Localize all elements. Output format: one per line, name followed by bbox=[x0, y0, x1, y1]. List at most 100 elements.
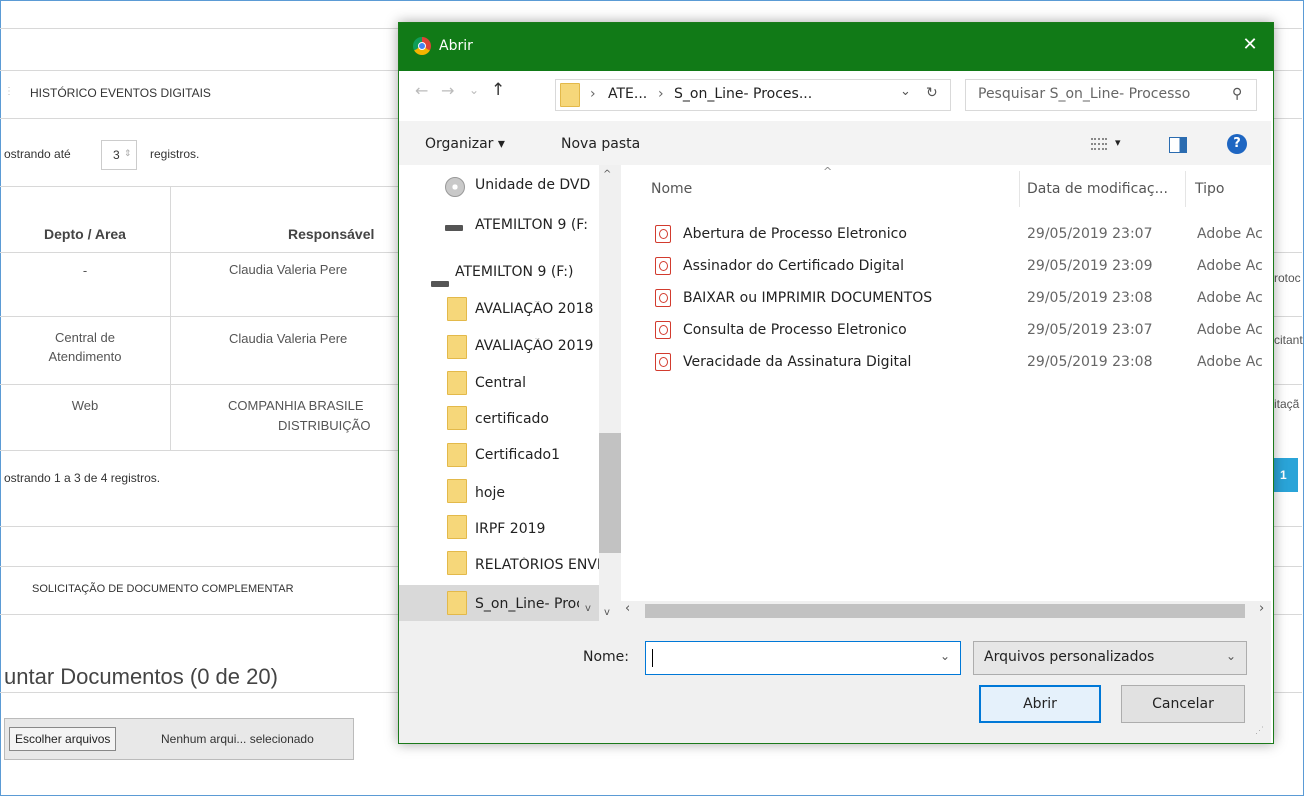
breadcrumb-item-ate[interactable]: ATE... bbox=[608, 86, 647, 102]
column-header-data[interactable]: Data de modificaç... bbox=[1027, 181, 1168, 197]
new-folder-button[interactable]: Nova pasta bbox=[561, 136, 640, 152]
cell-right-fragment-1: rotoc bbox=[1274, 271, 1301, 285]
file-name[interactable]: Abertura de Processo Eletronico bbox=[683, 226, 907, 242]
dialog-toolbar bbox=[399, 121, 1271, 165]
pdf-file-icon bbox=[655, 321, 671, 339]
cell-responsavel-3-line1: COMPANHIA BRASILE bbox=[228, 398, 364, 413]
pdf-file-icon bbox=[655, 353, 671, 371]
filename-input[interactable]: ⌄ bbox=[645, 641, 961, 675]
pdf-file-icon bbox=[655, 225, 671, 243]
nav-item-certificado1[interactable]: Certificado1 bbox=[475, 447, 599, 463]
nav-item-drive-f[interactable]: ATEMILTON 9 (F: bbox=[475, 217, 599, 233]
folder-icon bbox=[447, 371, 467, 395]
divider bbox=[1272, 252, 1302, 253]
cell-depto-2-line1: Central de bbox=[55, 330, 115, 345]
file-input[interactable]: Escolher arquivos Nenhum arqui... seleci… bbox=[4, 718, 354, 760]
scroll-down-icon[interactable]: v bbox=[604, 607, 610, 618]
recent-dropdown-icon[interactable]: ⌄ bbox=[469, 83, 479, 97]
refresh-icon[interactable]: ↻ bbox=[926, 85, 938, 101]
nav-item-relatorios[interactable]: RELATÓRIOS ENVI bbox=[475, 557, 599, 573]
cell-responsavel-2: Claudia Valeria Pere bbox=[229, 331, 348, 346]
nav-scrollbar[interactable]: ^ v bbox=[599, 165, 621, 621]
nav-item-hoje[interactable]: hoje bbox=[475, 485, 599, 501]
address-bar[interactable]: › ATE... › S_on_Line- Proces... ⌄ ↻ bbox=[555, 79, 951, 111]
file-name[interactable]: Assinador do Certificado Digital bbox=[683, 258, 904, 274]
file-name[interactable]: Veracidade da Assinatura Digital bbox=[683, 354, 911, 370]
column-header-tipo[interactable]: Tipo bbox=[1195, 181, 1224, 197]
scroll-up-icon[interactable]: ^ bbox=[603, 169, 611, 180]
organize-menu[interactable]: Organizar ▾ bbox=[425, 136, 505, 152]
text-cursor bbox=[652, 649, 653, 667]
pdf-file-icon bbox=[655, 257, 671, 275]
nav-item-irpf-2019[interactable]: IRPF 2019 bbox=[475, 521, 599, 537]
pagination-current-page[interactable]: 1 bbox=[1272, 458, 1298, 492]
breadcrumb-item-current[interactable]: S_on_Line- Proces... bbox=[674, 86, 812, 102]
forward-arrow-icon[interactable]: → bbox=[441, 81, 454, 100]
page-size-select[interactable]: 3 ⇕ bbox=[101, 140, 137, 170]
table-bottom-border bbox=[0, 450, 400, 451]
chrome-icon bbox=[413, 37, 431, 55]
scroll-left-icon[interactable]: ‹ bbox=[625, 601, 630, 616]
nav-item-dvd[interactable]: Unidade de DVD bbox=[475, 177, 599, 193]
filename-dropdown-icon[interactable]: ⌄ bbox=[940, 649, 950, 663]
nav-item-drive-f-expanded[interactable]: ATEMILTON 9 (F:) bbox=[455, 264, 599, 280]
file-type: Adobe Ac bbox=[1197, 258, 1263, 274]
cancel-button[interactable]: Cancelar bbox=[1121, 685, 1245, 723]
up-arrow-icon[interactable]: ↑ bbox=[491, 80, 505, 100]
nav-item-avaliacao-2019[interactable]: AVALIAÇÃO 2019 bbox=[475, 338, 599, 354]
no-file-selected-text: Nenhum arqui... selecionado bbox=[161, 732, 314, 746]
attach-documents-title: untar Documentos (0 de 20) bbox=[4, 664, 278, 689]
table-col-divider bbox=[170, 186, 171, 450]
dialog-footer bbox=[399, 621, 1271, 743]
nav-item-certificado[interactable]: certificado bbox=[475, 411, 599, 427]
scroll-right-icon[interactable]: › bbox=[1259, 601, 1264, 616]
file-name[interactable]: BAIXAR ou IMPRIMIR DOCUMENTOS bbox=[683, 290, 932, 306]
search-icon[interactable]: ⚲ bbox=[1232, 86, 1242, 102]
folder-icon bbox=[447, 443, 467, 467]
choose-files-button[interactable]: Escolher arquivos bbox=[9, 727, 117, 751]
file-name[interactable]: Consulta de Processo Eletronico bbox=[683, 322, 907, 338]
horizontal-scrollbar-thumb[interactable] bbox=[645, 604, 1245, 618]
bullet-dot: ⋮ bbox=[4, 86, 14, 97]
folder-icon bbox=[447, 591, 467, 615]
folder-icon bbox=[447, 335, 467, 359]
view-options-icon[interactable] bbox=[1091, 137, 1107, 151]
cell-depto-3: Web bbox=[71, 398, 99, 413]
search-input[interactable]: Pesquisar S_on_Line- Processo ⚲ bbox=[965, 79, 1257, 111]
address-dropdown-icon[interactable]: ⌄ bbox=[900, 84, 911, 99]
cell-responsavel-1: Claudia Valeria Pere bbox=[229, 262, 348, 277]
file-date: 29/05/2019 23:07 bbox=[1027, 322, 1153, 338]
chevron-down-icon[interactable]: v bbox=[585, 603, 591, 614]
folder-icon bbox=[447, 479, 467, 503]
column-divider bbox=[1019, 171, 1020, 207]
open-button[interactable]: Abrir bbox=[979, 685, 1101, 723]
view-dropdown-icon[interactable]: ▾ bbox=[1115, 136, 1121, 149]
nav-scrollbar-thumb[interactable] bbox=[599, 433, 621, 553]
nav-item-avaliacao-2018[interactable]: AVALIAÇÃO 2018 bbox=[475, 301, 599, 317]
file-type-dropdown-icon[interactable]: ⌄ bbox=[1226, 649, 1236, 663]
nav-item-central[interactable]: Central bbox=[475, 375, 599, 391]
dialog-titlebar: Abrir ✕ bbox=[399, 23, 1273, 71]
preview-pane-icon[interactable] bbox=[1169, 137, 1187, 153]
file-date: 29/05/2019 23:08 bbox=[1027, 354, 1153, 370]
back-arrow-icon[interactable]: ← bbox=[415, 81, 428, 100]
horizontal-scrollbar[interactable]: ‹ › bbox=[621, 601, 1271, 621]
nav-item-s-on-line[interactable]: S_on_Line- Proce bbox=[475, 596, 579, 612]
col-header-depto: Depto / Area bbox=[44, 226, 126, 242]
file-type: Adobe Ac bbox=[1197, 354, 1263, 370]
help-icon[interactable]: ? bbox=[1227, 134, 1247, 154]
page-size-value: 3 bbox=[113, 148, 120, 162]
sort-indicator-icon: ^ bbox=[823, 165, 833, 178]
close-icon[interactable]: ✕ bbox=[1235, 34, 1265, 60]
pdf-file-icon bbox=[655, 289, 671, 307]
dialog-title: Abrir bbox=[439, 38, 473, 54]
drive-icon bbox=[431, 281, 449, 287]
resize-grip-icon[interactable]: ⋰ bbox=[1255, 725, 1264, 736]
file-type-select[interactable]: Arquivos personalizados ⌄ bbox=[973, 641, 1247, 675]
table-row-border bbox=[0, 252, 400, 253]
column-header-nome[interactable]: Nome bbox=[651, 181, 692, 197]
filename-label: Nome: bbox=[583, 649, 630, 665]
table-row-border bbox=[0, 316, 400, 317]
pagination-page-number: 1 bbox=[1280, 468, 1287, 482]
showing-prefix: ostrando até bbox=[4, 147, 71, 161]
